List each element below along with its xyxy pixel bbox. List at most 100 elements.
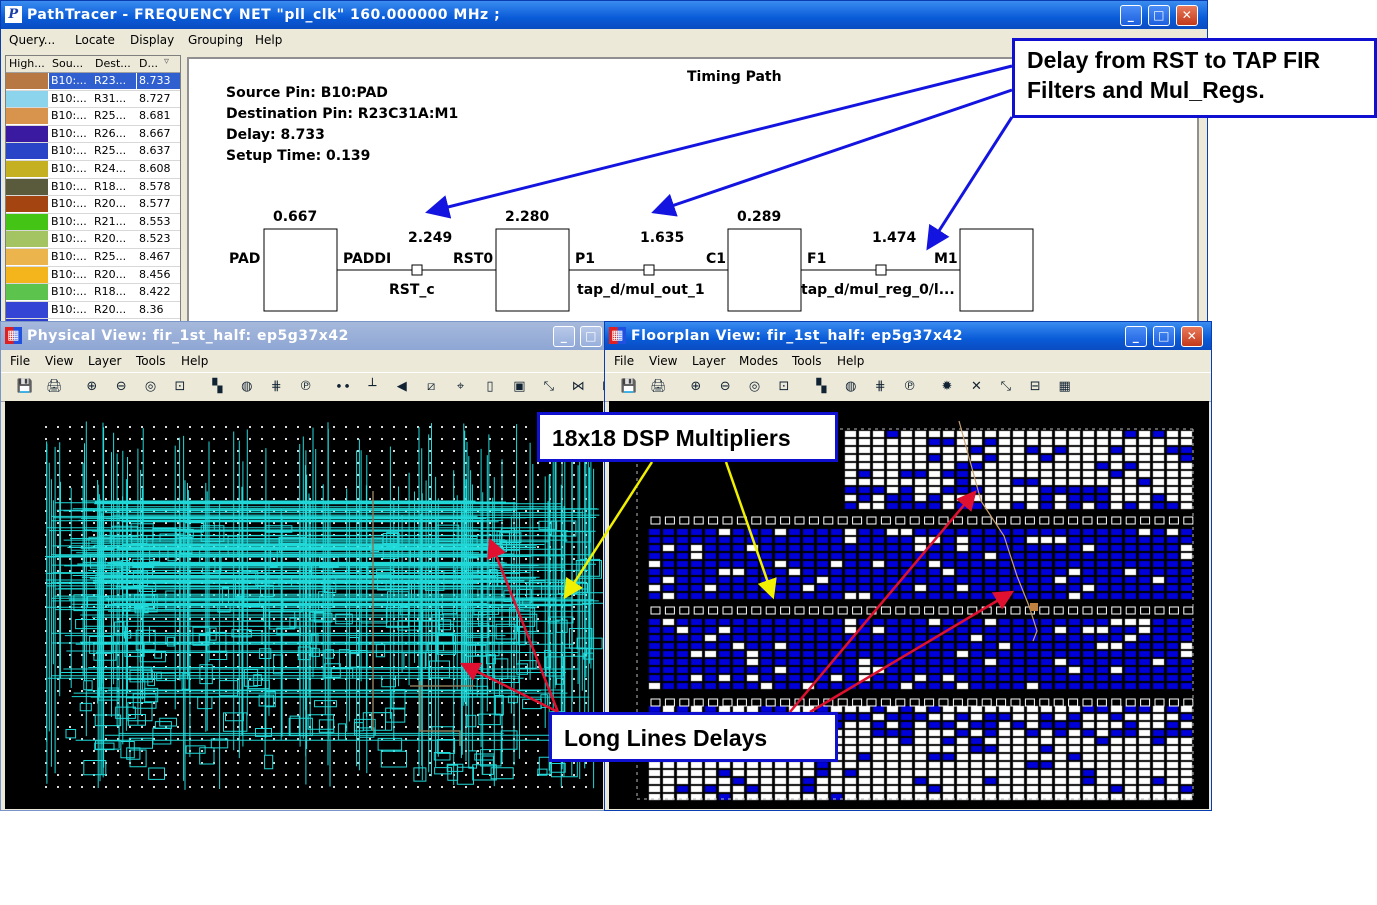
save-icon[interactable]: 💾 [619, 377, 639, 397]
table-row[interactable]: B10:... R20... 8.577 [6, 196, 180, 214]
menu-layer[interactable]: Layer [692, 354, 725, 368]
close-button[interactable]: ✕ [1176, 5, 1198, 26]
table-row[interactable]: B10:... R18... 8.578 [6, 178, 180, 197]
arrow-icon[interactable]: ◀ [392, 377, 412, 397]
menu-view[interactable]: View [649, 354, 677, 368]
pathtracer-titlebar[interactable]: P PathTracer - FREQUENCY NET "pll_clk" 1… [1, 1, 1207, 29]
minimize-button[interactable]: _ [553, 326, 575, 347]
logic-cell [1180, 584, 1193, 592]
menu-help[interactable]: Help [255, 33, 282, 47]
path-list[interactable]: High... Sou... Dest... D... ▿ B10:... R23… [5, 55, 181, 322]
color-layers-icon[interactable]: ▚ [207, 377, 227, 397]
pathtracer-icon[interactable]: ℗ [296, 377, 316, 397]
menu-layer[interactable]: Layer [88, 354, 121, 368]
table-row[interactable]: B10:... R20... 8.36 [6, 301, 180, 320]
menu-file[interactable]: File [10, 354, 30, 368]
net-marker[interactable] [411, 264, 423, 276]
dots-icon[interactable]: ∙∙ [333, 377, 353, 397]
component-icon[interactable]: ▯ [480, 377, 500, 397]
table-row[interactable]: B10:... R25... 8.637 [6, 143, 180, 161]
zoom-window-icon[interactable]: ◎ [745, 377, 765, 397]
maximize-button[interactable]: □ [1148, 5, 1170, 26]
route-icon[interactable]: ⤡ [539, 377, 559, 397]
table-row[interactable]: B10:... R31... 8.727 [6, 90, 180, 109]
zoom-out-icon[interactable]: ⊖ [111, 377, 131, 397]
table-row[interactable]: B10:... R20... 8.523 [6, 231, 180, 249]
cell-block[interactable] [495, 228, 570, 312]
palette-icon[interactable]: ◍ [237, 377, 257, 397]
palette-icon[interactable]: ◍ [841, 377, 861, 397]
ruler-icon[interactable]: ┴ [362, 377, 382, 397]
net-marker[interactable] [875, 264, 887, 276]
logic-cell [956, 721, 969, 729]
logic-cell [1054, 430, 1067, 438]
header-highlight[interactable]: High... [9, 57, 45, 70]
logic-cell [1026, 486, 1039, 494]
cell-block[interactable] [263, 228, 338, 312]
zoom-in-icon[interactable]: ⊕ [686, 377, 706, 397]
dsp-block [679, 516, 690, 525]
grid-icon[interactable]: ▦ [1055, 377, 1075, 397]
menu-modes[interactable]: Modes [739, 354, 778, 368]
menu-file[interactable]: File [614, 354, 634, 368]
save-icon[interactable]: 💾 [15, 377, 35, 397]
pathtracer-icon[interactable]: ℗ [900, 377, 920, 397]
menu-grouping[interactable]: Grouping [188, 33, 243, 47]
tag-icon[interactable]: ⋕ [266, 377, 286, 397]
header-delay[interactable]: D... [139, 57, 158, 70]
header-destination[interactable]: Dest... [95, 57, 131, 70]
menu-locate[interactable]: Locate [75, 33, 115, 47]
tag-icon[interactable]: ⋕ [870, 377, 890, 397]
menu-help[interactable]: Help [837, 354, 864, 368]
close-button[interactable]: ✕ [1181, 326, 1203, 347]
physical-titlebar[interactable]: ▦ Physical View: fir_1st_half: ep5g37x42… [1, 322, 605, 350]
table-row[interactable]: B10:... R20... 8.456 [6, 266, 180, 285]
table-row[interactable]: B10:... R18... 8.422 [6, 284, 180, 302]
logic-cell [998, 737, 1011, 745]
print-icon[interactable]: 🖨 [44, 377, 64, 397]
minimize-button[interactable]: _ [1125, 326, 1147, 347]
crosshair-icon[interactable]: ⌖ [451, 377, 471, 397]
table-row[interactable]: B10:... R26... 8.667 [6, 125, 180, 144]
zoom-fit-icon[interactable]: ⊡ [774, 377, 794, 397]
hierarchy-icon[interactable]: ⊟ [1025, 377, 1045, 397]
zoom-out-icon[interactable]: ⊖ [715, 377, 735, 397]
logic-cell [970, 618, 983, 626]
maximize-button[interactable]: □ [1153, 326, 1175, 347]
menu-tools[interactable]: Tools [136, 354, 166, 368]
grid-dot [525, 438, 527, 440]
net-marker[interactable] [643, 264, 655, 276]
logic-cell [900, 430, 913, 438]
zoom-fit-icon[interactable]: ⊡ [170, 377, 190, 397]
menu-view[interactable]: View [45, 354, 73, 368]
grid-dot [285, 702, 287, 704]
cross-icon[interactable]: ✕ [966, 377, 986, 397]
select-icon[interactable]: ⧄ [421, 377, 441, 397]
chip-icon[interactable]: ▣ [509, 377, 529, 397]
physical-canvas[interactable] [5, 401, 605, 809]
logic-cell [690, 544, 703, 552]
table-row[interactable]: B10:... R24... 8.608 [6, 160, 180, 179]
table-row[interactable]: B10:... R25... 8.467 [6, 248, 180, 267]
print-icon[interactable]: 🖨 [648, 377, 668, 397]
zoom-window-icon[interactable]: ◎ [141, 377, 161, 397]
route-icon[interactable]: ⤡ [996, 377, 1016, 397]
table-row[interactable]: B10:... R25... 8.681 [6, 108, 180, 126]
menu-tools[interactable]: Tools [792, 354, 822, 368]
maximize-button[interactable]: □ [580, 326, 602, 347]
table-row[interactable]: B10:... R23... 8.733 [6, 73, 180, 91]
logic-cell [802, 666, 815, 674]
floorplan-titlebar[interactable]: ▦ Floorplan View: fir_1st_half: ep5g37x4… [605, 322, 1211, 350]
bug-icon[interactable]: ✹ [937, 377, 957, 397]
zoom-in-icon[interactable]: ⊕ [82, 377, 102, 397]
cell-block[interactable] [727, 228, 802, 312]
menu-display[interactable]: Display [130, 33, 174, 47]
cell-block[interactable] [959, 228, 1034, 312]
header-source[interactable]: Sou... [52, 57, 83, 70]
table-row[interactable]: B10:... R21... 8.553 [6, 213, 180, 232]
menu-query[interactable]: Query... [9, 33, 55, 47]
color-layers-icon[interactable]: ▚ [811, 377, 831, 397]
menu-help[interactable]: Help [181, 354, 208, 368]
net-icon[interactable]: ⋈ [568, 377, 588, 397]
minimize-button[interactable]: _ [1120, 5, 1142, 26]
